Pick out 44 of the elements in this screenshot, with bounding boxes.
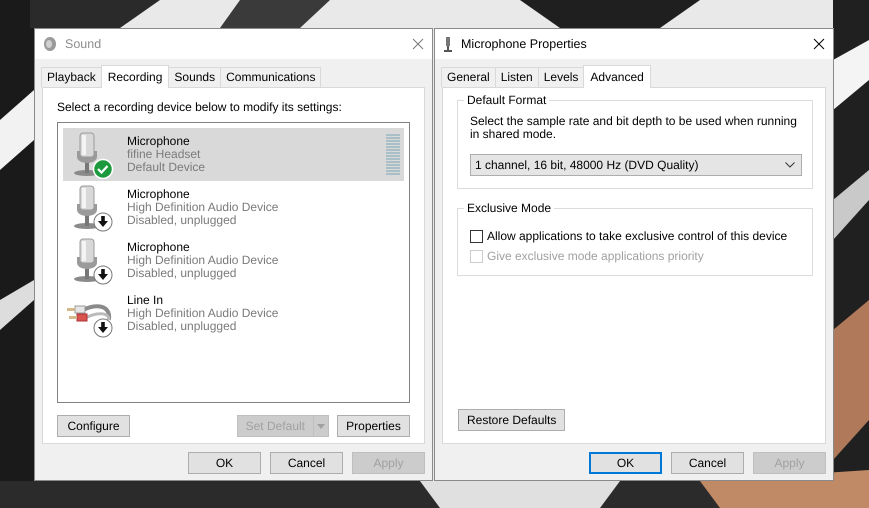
checkbox-label: Give exclusive mode applications priority xyxy=(487,249,704,263)
format-dropdown[interactable]: 1 channel, 16 bit, 48000 Hz (DVD Quality) xyxy=(470,154,802,176)
chevron-icon xyxy=(785,162,795,168)
dialog-button[interactable]: OK xyxy=(188,452,261,474)
device-description: fifine Headset xyxy=(127,148,202,161)
device-description: High Definition Audio Device xyxy=(127,254,280,267)
device-name: Line In xyxy=(127,294,164,307)
device-item[interactable]: Line In High Definition Audio Device Disabled, unplugged xyxy=(63,287,404,340)
window-title: Microphone Properties xyxy=(461,37,588,51)
device-status: Disabled, unplugged xyxy=(127,214,238,227)
dialog-button[interactable]: Cancel xyxy=(671,452,744,474)
device-description: High Definition Audio Device xyxy=(127,201,280,214)
dialog-button[interactable]: Cancel xyxy=(270,452,343,474)
restore-defaults-button[interactable]: Restore Defaults xyxy=(458,409,566,431)
tab[interactable]: Playback xyxy=(41,67,102,87)
device-description: High Definition Audio Device xyxy=(127,307,280,320)
microphone-icon xyxy=(443,36,453,52)
group-title: Default Format xyxy=(464,93,550,107)
device-name: Microphone xyxy=(127,241,191,254)
device-item[interactable]: Microphone fifine Headset Default Device xyxy=(63,128,404,181)
tab[interactable]: Communications xyxy=(220,67,322,87)
device-status: Default Device xyxy=(127,161,206,174)
device-status: Disabled, unplugged xyxy=(127,320,238,333)
tab[interactable]: Advanced xyxy=(583,65,651,88)
device-item[interactable]: Microphone High Definition Audio Device Disabled, unplugged xyxy=(63,181,404,234)
instruction-text: Select a recording device below to modify its settings: xyxy=(57,100,343,114)
device-item[interactable]: Microphone High Definition Audio Device Disabled, unplugged xyxy=(63,234,404,287)
group-title: Exclusive Mode xyxy=(464,201,554,215)
level-meter xyxy=(386,134,400,176)
checkbox[interactable] xyxy=(470,230,483,242)
checkbox-label: Allow applications to take exclusive control of this device xyxy=(487,229,788,243)
properties-button[interactable]: Properties xyxy=(337,415,410,437)
close-icon[interactable] xyxy=(813,38,825,50)
device-status: Disabled, unplugged xyxy=(127,267,238,280)
device-name: Microphone xyxy=(127,135,191,148)
tab[interactable]: General xyxy=(441,67,496,87)
device-list[interactable] xyxy=(57,122,410,403)
speaker-icon xyxy=(43,36,57,52)
format-description: Select the sample rate and bit depth to be used when running in shared mode. xyxy=(470,115,798,141)
configure-button[interactable]: Configure xyxy=(57,415,130,437)
device-name: Microphone xyxy=(127,188,191,201)
tab[interactable]: Recording xyxy=(100,65,170,88)
window-title: Sound xyxy=(65,37,102,51)
dialog-button[interactable]: OK xyxy=(589,452,662,474)
